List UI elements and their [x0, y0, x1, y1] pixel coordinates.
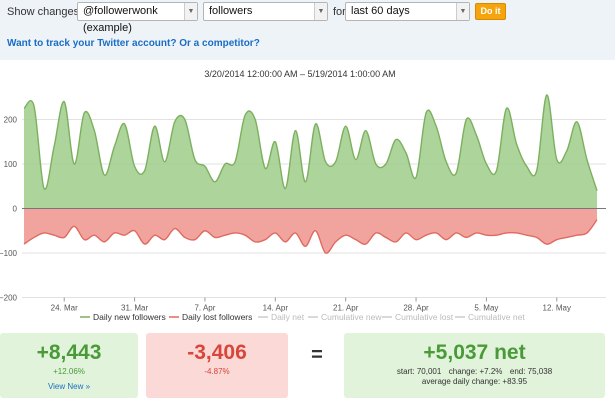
metric-select[interactable]: followers ▼	[203, 2, 328, 21]
lost-followers-value: -3,406	[187, 341, 247, 364]
chevron-down-icon: ▼	[314, 3, 327, 20]
lost-followers-area	[24, 208, 597, 254]
legend-item-label: Cumulative new	[321, 312, 382, 322]
follower-change-chart: 3/20/2014 12:00:00 AM – 5/19/2014 1:00:0…	[0, 69, 606, 322]
y-tick-label: 200	[4, 116, 18, 125]
y-tick-label: −100	[0, 249, 18, 258]
period-select-value: last 60 days	[351, 5, 410, 17]
net-followers-box: +5,037 net start: 70,001 change: +7.2% e…	[344, 333, 605, 398]
legend-item-label: Cumulative net	[468, 312, 525, 322]
view-new-link[interactable]: View New »	[48, 382, 90, 391]
period-select[interactable]: last 60 days ▼	[345, 2, 470, 21]
lost-followers-pct: -4.87%	[204, 367, 230, 376]
x-tick-label: 24. Mar	[51, 304, 78, 313]
metric-select-value: followers	[209, 5, 253, 17]
account-select[interactable]: @followerwonk (example) ▼	[77, 2, 198, 34]
lost-followers-box: -3,406 -4.87%	[146, 333, 288, 398]
legend-item-label: Daily lost followers	[182, 312, 252, 322]
chart-areas	[22, 94, 606, 254]
for-label: for	[333, 6, 346, 18]
net-change: change: +7.2%	[448, 367, 503, 376]
legend-item-label: Cumulative lost	[395, 312, 454, 322]
x-tick-label: 12. May	[543, 304, 571, 313]
chevron-down-icon: ▼	[184, 3, 197, 20]
y-tick-label: −200	[0, 294, 18, 303]
account-select-value: @followerwonk (example)	[83, 5, 158, 34]
y-tick-label: 0	[13, 205, 18, 214]
legend-item-label: Daily new followers	[93, 312, 166, 322]
legend-item-label: Daily net	[271, 312, 305, 322]
net-start-change-end: start: 70,001 change: +7.2% end: 75,038	[344, 367, 605, 376]
controls-bar: Show changes in @followerwonk (example) …	[0, 0, 615, 60]
chevron-down-icon: ▼	[456, 3, 469, 20]
new-followers-pct: +12.06%	[53, 367, 85, 376]
chart-legend: Daily new followers Daily lost followers D…	[80, 312, 525, 322]
new-followers-box: +8,443 +12.06% View New »	[0, 333, 138, 398]
track-account-link[interactable]: Want to track your Twitter account? Or a…	[7, 38, 260, 49]
net-followers-value: +5,037 net	[423, 341, 526, 364]
net-start: start: 70,001	[396, 367, 442, 376]
x-axis-ticks: 24. Mar 31. Mar 7. Apr 14. Apr 21. Apr 28. Ap…	[51, 297, 571, 313]
equals-sign: =	[311, 344, 323, 366]
net-avg-change: average daily change: +83.95	[421, 377, 528, 386]
y-tick-label: 100	[4, 160, 18, 169]
do-it-button[interactable]: Do it	[475, 3, 506, 20]
chart-title: 3/20/2014 12:00:00 AM – 5/19/2014 1:00:0…	[204, 69, 395, 79]
new-followers-value: +8,443	[36, 341, 102, 364]
y-axis-ticks: 200 100 0 −100 −200	[0, 116, 18, 303]
net-end: end: 75,038	[509, 367, 553, 376]
